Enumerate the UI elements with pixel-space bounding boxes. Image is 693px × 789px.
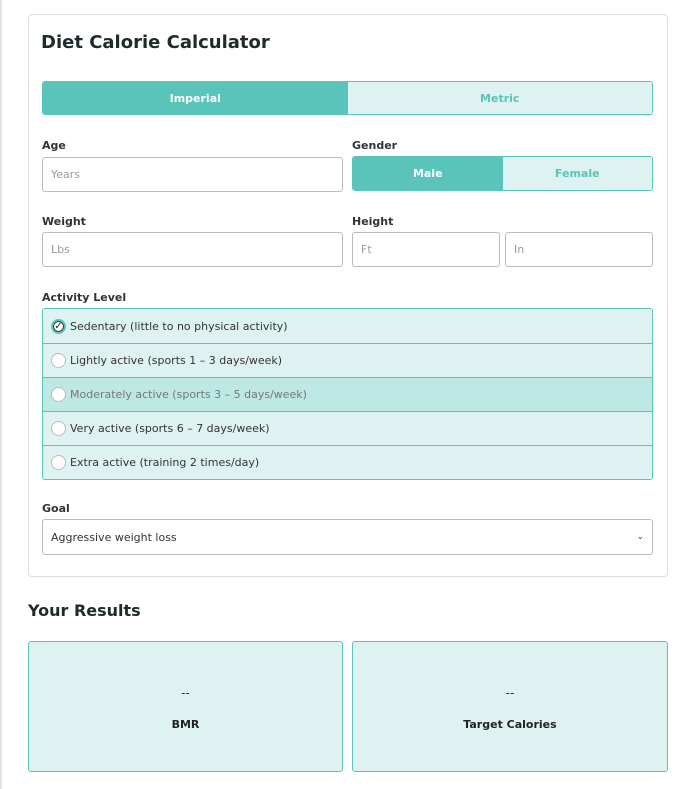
target-calories-result: -- Target Calories (352, 641, 668, 772)
age-label: Age (42, 139, 66, 152)
activity-option[interactable]: Extra active (training 2 times/day) (43, 445, 652, 479)
goal-value: Aggressive weight loss (51, 530, 177, 544)
radio-icon (51, 455, 66, 470)
radio-icon (51, 387, 66, 402)
male-button[interactable]: Male (353, 157, 503, 190)
weight-input[interactable]: Lbs (42, 232, 343, 267)
activity-option-label: Lightly active (sports 1 – 3 days/week) (70, 354, 283, 367)
imperial-tab[interactable]: Imperial (43, 82, 348, 114)
bmr-label: BMR (171, 718, 200, 731)
activity-list: ✓ Sedentary (little to no physical activi… (42, 308, 653, 480)
gender-toggle: Male Female (352, 156, 653, 191)
unit-toggle: Imperial Metric (42, 81, 653, 115)
radio-icon (51, 353, 66, 368)
target-calories-label: Target Calories (463, 718, 557, 731)
radio-icon (51, 421, 66, 436)
bmr-value: -- (181, 686, 190, 700)
activity-option[interactable]: Moderately active (sports 3 – 5 days/wee… (43, 377, 652, 411)
activity-option[interactable]: ✓ Sedentary (little to no physical activi… (43, 309, 652, 343)
page-edge (0, 0, 2, 789)
height-ft-input[interactable]: Ft (352, 232, 500, 267)
bmr-result: -- BMR (28, 641, 343, 772)
target-calories-value: -- (505, 686, 515, 700)
height-label: Height (352, 215, 394, 228)
activity-label: Activity Level (42, 291, 127, 304)
age-input[interactable]: Years (42, 157, 343, 192)
page-title: Diet Calorie Calculator (41, 32, 270, 53)
height-in-input[interactable]: In (505, 232, 653, 267)
female-button[interactable]: Female (502, 157, 652, 190)
checkmark-radio-icon: ✓ (51, 318, 66, 334)
activity-option-label: Sedentary (little to no physical activit… (70, 319, 288, 333)
goal-select[interactable]: Aggressive weight loss ⌄ (42, 519, 653, 555)
activity-option-label: Very active (sports 6 – 7 days/week) (70, 422, 270, 435)
activity-option[interactable]: Very active (sports 6 – 7 days/week) (43, 411, 652, 445)
metric-tab[interactable]: Metric (347, 82, 652, 114)
goal-label: Goal (42, 502, 70, 515)
activity-option[interactable]: Lightly active (sports 1 – 3 days/week) (43, 343, 652, 377)
results-heading: Your Results (28, 601, 141, 620)
activity-option-label: Moderately active (sports 3 – 5 days/wee… (70, 388, 307, 401)
weight-label: Weight (42, 215, 86, 228)
activity-option-label: Extra active (training 2 times/day) (70, 456, 260, 469)
gender-label: Gender (352, 139, 398, 152)
chevron-down-icon: ⌄ (636, 532, 644, 542)
